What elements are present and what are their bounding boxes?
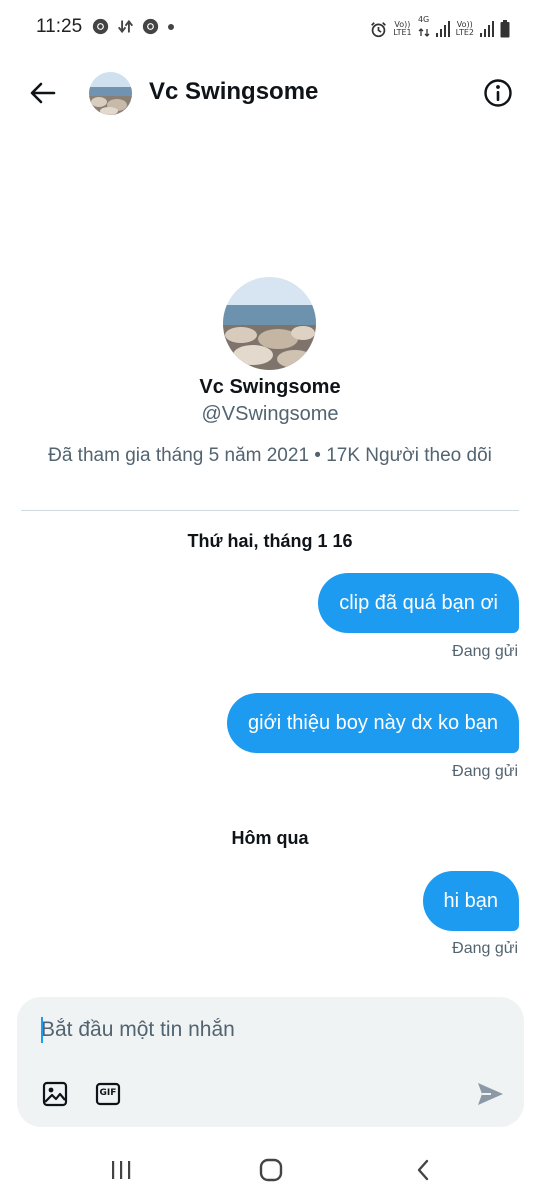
arrow-left-icon [30,82,56,104]
alarm-icon [371,21,387,37]
gif-label: GIF [99,1088,117,1098]
network-type-indicator: 4G [418,16,430,42]
status-time: 11:25 [36,16,83,37]
battery-icon [500,20,510,38]
message-status: Đang gửi [452,940,518,957]
message-bubble[interactable]: giới thiệu boy này dx ko bạn [227,693,519,753]
text-caret [41,1017,43,1043]
profile-avatar[interactable] [223,277,316,370]
chrome-icon [92,18,109,35]
date-separator: Thứ hai, tháng 1 16 [187,531,353,551]
recent-apps-button[interactable] [106,1155,136,1185]
profile-handle: @VSwingsome [201,403,339,425]
status-notification-icons [92,18,175,35]
conversation-info-button[interactable] [482,77,514,109]
chrome-icon [142,18,159,35]
back-button[interactable] [26,76,60,110]
header-avatar[interactable] [89,72,132,115]
back-nav-button[interactable] [408,1155,438,1185]
add-gif-button[interactable]: GIF [95,1081,121,1107]
header-title[interactable]: Vc Swingsome [149,78,318,106]
message-status: Đang gửi [452,643,518,660]
chevron-left-icon [417,1159,429,1181]
signal-icon [480,20,494,37]
sim2-volte-indicator: Vo)) LTE2 [455,20,474,37]
status-bar: 11:25 Vo)) LTE1 4G Vo)) LTE2 [0,0,540,56]
profile-join-followers: Đã tham gia tháng 5 năm 2021 • 17K Người… [48,445,492,466]
send-button[interactable] [475,1079,505,1109]
beach-rocks-photo [89,72,132,115]
data-transfer-icon [117,19,134,34]
signal-icon [435,20,450,37]
beach-rocks-photo [223,277,316,370]
conversation-header: Vc Swingsome [0,64,540,124]
notification-dot-icon [168,24,174,30]
system-navigation-bar [0,1140,540,1200]
message-status: Đang gửi [452,763,518,780]
profile-name[interactable]: Vc Swingsome [0,376,540,399]
message-bubble[interactable]: clip đã quá bạn ơi [318,573,519,633]
home-icon [259,1158,283,1182]
sim1-volte-indicator: Vo)) LTE1 [393,20,412,37]
add-photo-button[interactable] [42,1081,68,1107]
image-icon [42,1081,68,1107]
send-icon [478,1083,503,1105]
message-input[interactable] [41,1015,501,1045]
data-arrows-icon [418,28,430,37]
date-separator: Hôm qua [231,828,309,848]
home-button[interactable] [256,1155,286,1185]
message-bubble[interactable]: hi bạn [422,871,519,931]
status-system-icons: Vo)) LTE1 4G Vo)) LTE2 [370,16,510,42]
divider [21,510,519,511]
recent-apps-icon [112,1161,131,1179]
message-composer: GIF [17,997,524,1127]
info-circle-icon [484,79,512,107]
